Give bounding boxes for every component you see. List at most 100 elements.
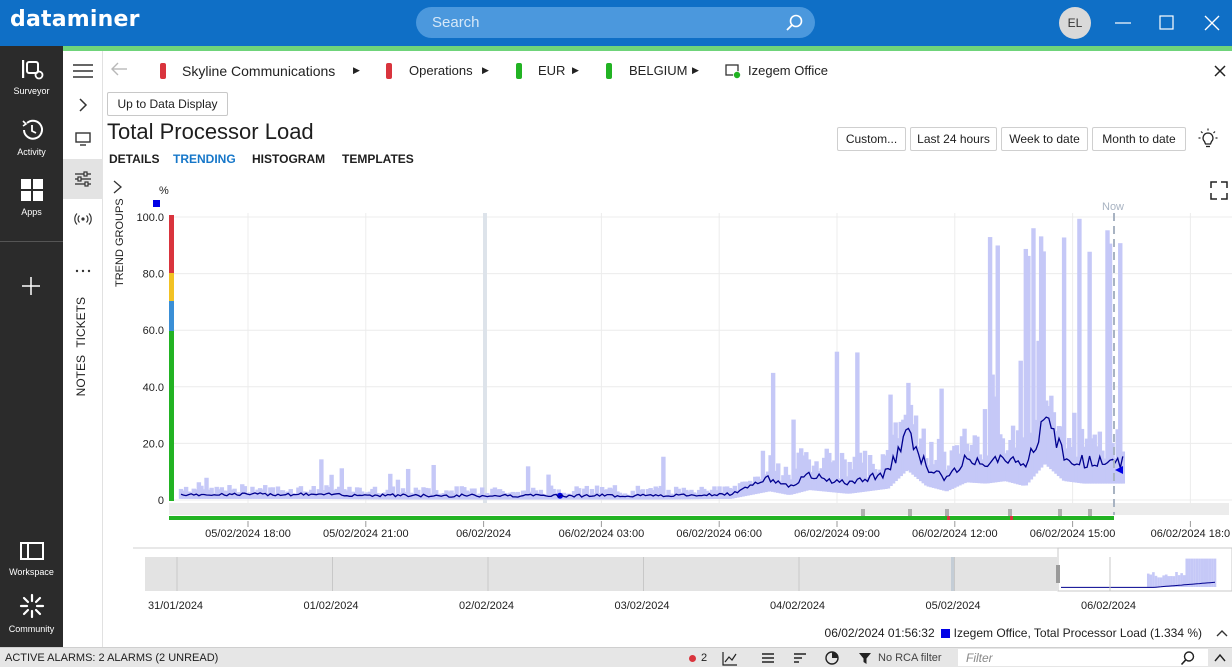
- close-window-icon[interactable]: [1201, 12, 1223, 34]
- crumb-status-skyline: [160, 63, 166, 79]
- state-bar-red: [169, 215, 174, 273]
- nav-label-workspace: Workspace: [9, 567, 54, 577]
- time-navigator[interactable]: 31/01/2024 01/02/2024 02/02/2024 03/02/2024…: [103, 545, 1232, 620]
- crumb-expand-icon[interactable]: ▶: [482, 65, 489, 76]
- tickets-tab[interactable]: TICKETS: [74, 297, 88, 348]
- min-max-band: [834, 351, 840, 493]
- active-alarms-text[interactable]: ACTIVE ALARMS: 2 ALARMS (2 UNREAD): [5, 652, 218, 664]
- x-tick-label: 06/02/2024 15:00: [1030, 528, 1116, 540]
- alarm-dot-icon: [689, 654, 696, 662]
- crumb-status-eur: [516, 63, 522, 79]
- y-tick-label: 60.0: [143, 325, 164, 337]
- y-tick-label: 0: [158, 495, 164, 507]
- range-month-to-date-button[interactable]: Month to date: [1092, 127, 1186, 151]
- x-tick-label: 06/02/2024 09:00: [794, 528, 880, 540]
- parameters-button[interactable]: [63, 159, 103, 199]
- nav-label-apps: Apps: [21, 207, 42, 217]
- search-icon[interactable]: [1180, 650, 1196, 666]
- range-last-24-hours-button[interactable]: Last 24 hours: [910, 127, 997, 151]
- range-week-to-date-button[interactable]: Week to date: [1001, 127, 1088, 151]
- crumb-expand-icon[interactable]: ▶: [572, 65, 579, 76]
- alarm-filter-input[interactable]: Filter: [958, 649, 1208, 666]
- nav-item-apps[interactable]: Apps: [0, 177, 63, 235]
- trend-groups-label[interactable]: TREND GROUPS: [114, 198, 126, 287]
- collapse-legend-icon[interactable]: [1215, 628, 1229, 638]
- minimize-window-icon[interactable]: [1112, 12, 1134, 34]
- back-arrow-icon[interactable]: [110, 62, 128, 76]
- crumb-status-operations: [386, 63, 392, 79]
- min-max-band: [661, 456, 666, 500]
- status-bar: ACTIVE ALARMS: 2 ALARMS (2 UNREAD) 2 No …: [0, 647, 1232, 667]
- navigator-x-tick-label: 31/01/2024: [148, 600, 203, 612]
- navigator-x-tick-label: 05/02/2024: [926, 600, 981, 612]
- legend-row: 06/02/2024 01:56:32 Izegem Office, Total …: [103, 620, 1232, 646]
- navigator-left-handle[interactable]: [1056, 565, 1060, 583]
- range-custom-button[interactable]: Custom...: [837, 127, 906, 151]
- card-side-panel: TICKETS NOTES: [63, 51, 103, 647]
- lightbulb-icon[interactable]: [1198, 128, 1218, 150]
- navigator-band: [1154, 575, 1158, 587]
- min-max-band: [1118, 243, 1123, 484]
- y-axis-unit: %: [159, 185, 169, 197]
- crumb-operations[interactable]: Operations: [409, 63, 473, 78]
- rca-filter[interactable]: No RCA filter: [858, 650, 942, 666]
- navigator-x-tick-label: 03/02/2024: [615, 600, 670, 612]
- crumb-skyline[interactable]: Skyline Communications: [182, 63, 335, 79]
- nav-item-activity[interactable]: Activity: [0, 117, 63, 175]
- community-icon: [19, 593, 44, 619]
- nav-label-activity: Activity: [17, 147, 46, 157]
- navigator-band: [1188, 558, 1191, 587]
- up-to-data-display-button[interactable]: Up to Data Display: [107, 92, 228, 116]
- expand-alarms-icon[interactable]: [1213, 650, 1227, 666]
- crumb-expand-icon[interactable]: ▶: [692, 65, 699, 76]
- crumb-izegem-office[interactable]: Izegem Office: [748, 63, 828, 78]
- filter-icon: [859, 653, 871, 664]
- nav-item-community[interactable]: Community: [0, 592, 63, 650]
- crumb-belgium[interactable]: BELGIUM: [629, 63, 688, 78]
- user-avatar[interactable]: EL: [1059, 7, 1091, 39]
- crumb-expand-icon[interactable]: ▶: [353, 65, 360, 76]
- min-max-bands: [178, 218, 1126, 500]
- close-card-icon[interactable]: [1213, 64, 1227, 78]
- search-input[interactable]: Search: [416, 7, 815, 38]
- nav-item-workspace[interactable]: Workspace: [0, 539, 63, 597]
- alarm-count[interactable]: 2: [689, 650, 707, 666]
- nav-divider: [0, 241, 63, 242]
- legend-timestamp: 06/02/2024 01:56:32: [824, 626, 935, 640]
- tab-templates[interactable]: TEMPLATES: [342, 152, 414, 166]
- sort-icon[interactable]: [792, 650, 808, 666]
- dataminer-logo[interactable]: dataminer: [10, 7, 140, 32]
- fullscreen-icon[interactable]: [1210, 181, 1228, 200]
- tab-details[interactable]: DETAILS: [109, 152, 159, 166]
- crumb-eur[interactable]: EUR: [538, 63, 565, 78]
- search-icon[interactable]: [785, 13, 805, 33]
- x-tick-label: 05/02/2024 18:00: [205, 528, 291, 540]
- tab-histogram[interactable]: HISTOGRAM: [252, 152, 325, 166]
- search-placeholder: Search: [432, 14, 480, 31]
- data-display-button[interactable]: [63, 119, 103, 159]
- rca-filter-label: No RCA filter: [878, 652, 942, 664]
- state-bar-yellow: [169, 273, 174, 301]
- navigator-band: [1175, 571, 1178, 587]
- trend-chart[interactable]: TREND GROUPS % 100.0 80.0 60.0 40.0 20.0 0 No…: [103, 175, 1232, 545]
- more-options-button[interactable]: [63, 251, 103, 291]
- add-icon[interactable]: [20, 275, 42, 297]
- breadcrumb: Skyline Communications ▶ Operations ▶ EU…: [103, 51, 1232, 91]
- left-navigation: Surveyor Activity Apps Workspace Communi…: [0, 46, 63, 647]
- navigator-x-tick-label: 02/02/2024: [459, 600, 514, 612]
- notes-tab[interactable]: NOTES: [74, 355, 88, 396]
- nav-item-surveyor[interactable]: Surveyor: [0, 56, 63, 114]
- x-tick-label: 05/02/2024 21:00: [323, 528, 409, 540]
- pie-chart-icon[interactable]: [824, 650, 840, 666]
- navigator-x-tick-label: 04/02/2024: [770, 600, 825, 612]
- legend-entry[interactable]: 06/02/2024 01:56:32 Izegem Office, Total …: [825, 626, 1202, 640]
- trend-groups-chevron-icon[interactable]: [113, 180, 122, 194]
- navigator-x-tick-label: 01/02/2024: [304, 600, 359, 612]
- maximize-window-icon[interactable]: [1156, 12, 1178, 34]
- trend-icon[interactable]: [722, 650, 738, 666]
- list-icon[interactable]: [760, 650, 776, 666]
- y-tick-label: 100.0: [136, 212, 164, 224]
- connectivity-button[interactable]: [63, 199, 103, 239]
- tab-trending[interactable]: TRENDING: [173, 152, 236, 166]
- workspace-icon: [19, 542, 44, 560]
